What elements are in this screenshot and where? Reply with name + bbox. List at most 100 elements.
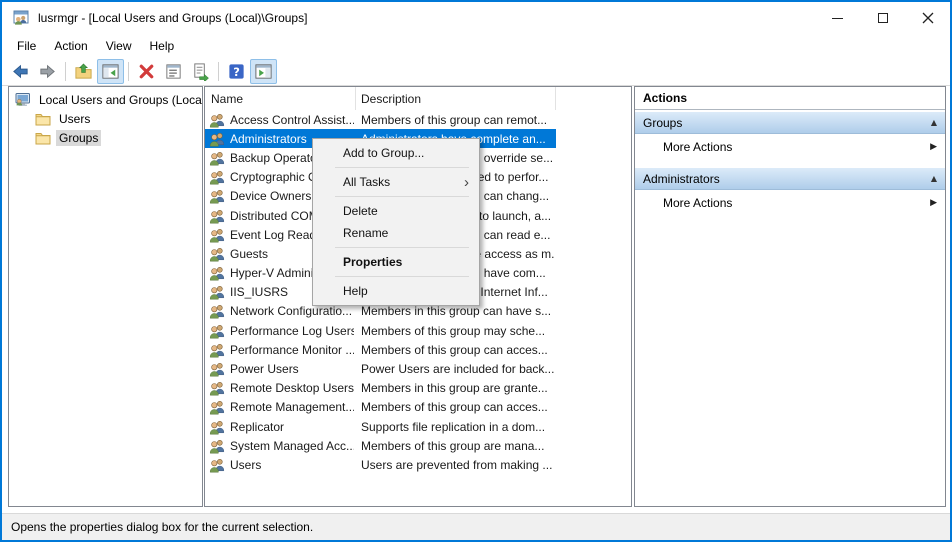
- group-row[interactable]: Remote Management... Members of this grou…: [205, 398, 556, 417]
- group-row[interactable]: Access Control Assist... Members of this …: [205, 110, 556, 129]
- group-description: Users are prevented from making ...: [361, 457, 553, 472]
- properties-button[interactable]: [160, 59, 187, 84]
- toolbar-separator: [128, 62, 129, 81]
- folder-icon: [35, 111, 51, 127]
- menu-item-label: All Tasks: [343, 175, 391, 189]
- group-icon: [209, 380, 225, 396]
- toolbar-separator: [65, 62, 66, 81]
- status-text: Opens the properties dialog box for the …: [11, 520, 314, 534]
- context-menu-item-add-to-group[interactable]: Add to Group...: [313, 142, 479, 164]
- group-icon: [209, 246, 225, 262]
- group-description: Members of this group can remot...: [361, 112, 548, 127]
- show-console-tree-button[interactable]: [97, 59, 124, 84]
- group-icon: [209, 457, 225, 473]
- close-button[interactable]: [905, 2, 950, 34]
- context-menu-item-delete[interactable]: Delete: [313, 200, 479, 222]
- group-name: Performance Log Users: [230, 323, 354, 338]
- menu-separator: [335, 196, 469, 197]
- tree-item-root[interactable]: Local Users and Groups (Local): [9, 90, 202, 109]
- group-row[interactable]: Performance Log Users Members of this gro…: [205, 321, 556, 340]
- more-actions-groups[interactable]: More Actions ▶: [635, 134, 945, 160]
- menu-item-label: Help: [343, 284, 368, 298]
- menu-separator: [335, 167, 469, 168]
- close-icon: [922, 12, 933, 24]
- group-name: Network Configuratio...: [230, 304, 353, 319]
- menu-separator: [335, 247, 469, 248]
- collapse-caret-icon[interactable]: ▲: [931, 174, 937, 183]
- group-description: Power Users are included for back...: [361, 362, 554, 377]
- maximize-icon: [877, 13, 888, 23]
- group-row[interactable]: Power Users Power Users are included for …: [205, 359, 556, 378]
- app-window: lusrmgr - [Local Users and Groups (Local…: [0, 0, 952, 542]
- menu-file[interactable]: File: [8, 39, 45, 53]
- group-description: Members in this group can have s...: [361, 304, 552, 319]
- actions-pane-title: Actions: [635, 87, 945, 110]
- actions-section-groups: Groups ▲ More Actions ▶: [635, 112, 945, 160]
- column-header-name[interactable]: Name: [205, 87, 356, 110]
- section-header-label: Groups: [643, 115, 683, 130]
- submenu-chevron-icon: ›: [464, 173, 469, 191]
- svg-text:?: ?: [233, 65, 240, 79]
- menu-view[interactable]: View: [97, 39, 141, 53]
- group-name: Power Users: [230, 362, 299, 377]
- show-action-pane-button[interactable]: [250, 59, 277, 84]
- toolbar: ?: [2, 58, 950, 86]
- group-description: Members of this group can acces...: [361, 342, 548, 357]
- group-icon: [209, 265, 225, 281]
- group-icon: [209, 399, 225, 415]
- actions-section-header-administrators[interactable]: Administrators ▲: [635, 168, 945, 190]
- console-tree-pane: Local Users and Groups (Local) Users Gro…: [8, 86, 203, 507]
- tree-item-label: Local Users and Groups (Local): [39, 92, 203, 107]
- group-icon: [209, 361, 225, 377]
- more-actions-administrators[interactable]: More Actions ▶: [635, 190, 945, 216]
- maximize-button[interactable]: [860, 2, 905, 34]
- properties-icon: [166, 64, 181, 79]
- group-icon: [209, 419, 225, 435]
- list-header: Name Description: [205, 87, 631, 110]
- more-actions-label: More Actions: [663, 140, 733, 154]
- titlebar: lusrmgr - [Local Users and Groups (Local…: [2, 2, 950, 34]
- tree-item-label: Groups: [56, 129, 102, 146]
- up-folder-icon: [75, 63, 92, 79]
- collapse-caret-icon[interactable]: ▲: [931, 118, 937, 127]
- context-menu-item-help[interactable]: Help: [313, 280, 479, 302]
- menu-help[interactable]: Help: [141, 39, 184, 53]
- help-button[interactable]: ?: [223, 59, 250, 84]
- submenu-arrow-icon: ▶: [930, 198, 937, 208]
- group-description: Members of this group are mana...: [361, 438, 545, 453]
- more-actions-label: More Actions: [663, 196, 733, 210]
- group-row[interactable]: Users Users are prevented from making ...: [205, 455, 556, 474]
- export-list-button[interactable]: [187, 59, 214, 84]
- group-row[interactable]: Performance Monitor ... Members of this g…: [205, 340, 556, 359]
- context-menu-item-rename[interactable]: Rename: [313, 222, 479, 244]
- minimize-button[interactable]: [815, 2, 860, 34]
- group-icon: [209, 112, 225, 128]
- group-description: Members of this group may sche...: [361, 323, 546, 338]
- tree-item-groups[interactable]: Groups: [9, 128, 202, 147]
- column-header-description[interactable]: Description: [356, 87, 556, 110]
- group-row[interactable]: System Managed Acc... Members of this gro…: [205, 436, 556, 455]
- group-icon: [209, 227, 225, 243]
- group-icon: [209, 208, 225, 224]
- delete-button[interactable]: [133, 59, 160, 84]
- actions-section-header-groups[interactable]: Groups ▲: [635, 112, 945, 134]
- up-one-level-button[interactable]: [70, 59, 97, 84]
- tree-item-users[interactable]: Users: [9, 109, 202, 128]
- forward-button[interactable]: [34, 59, 61, 84]
- group-icon: [209, 131, 225, 147]
- window-title: lusrmgr - [Local Users and Groups (Local…: [38, 11, 308, 25]
- window-controls: [815, 2, 950, 34]
- menu-action[interactable]: Action: [45, 39, 96, 53]
- group-icon: [209, 188, 225, 204]
- context-menu-item-all-tasks[interactable]: All Tasks ›: [313, 171, 479, 193]
- group-row[interactable]: Replicator Supports file replication in a…: [205, 417, 556, 436]
- help-icon: ?: [229, 64, 244, 79]
- context-menu-item-properties[interactable]: Properties: [313, 251, 479, 273]
- group-description: Members in this group are grante...: [361, 381, 548, 396]
- group-row[interactable]: Remote Desktop Users Members in this grou…: [205, 379, 556, 398]
- group-name: Remote Desktop Users: [230, 381, 354, 396]
- minimize-icon: [832, 17, 843, 19]
- back-button[interactable]: [7, 59, 34, 84]
- group-icon: [209, 303, 225, 319]
- toolbar-separator: [218, 62, 219, 81]
